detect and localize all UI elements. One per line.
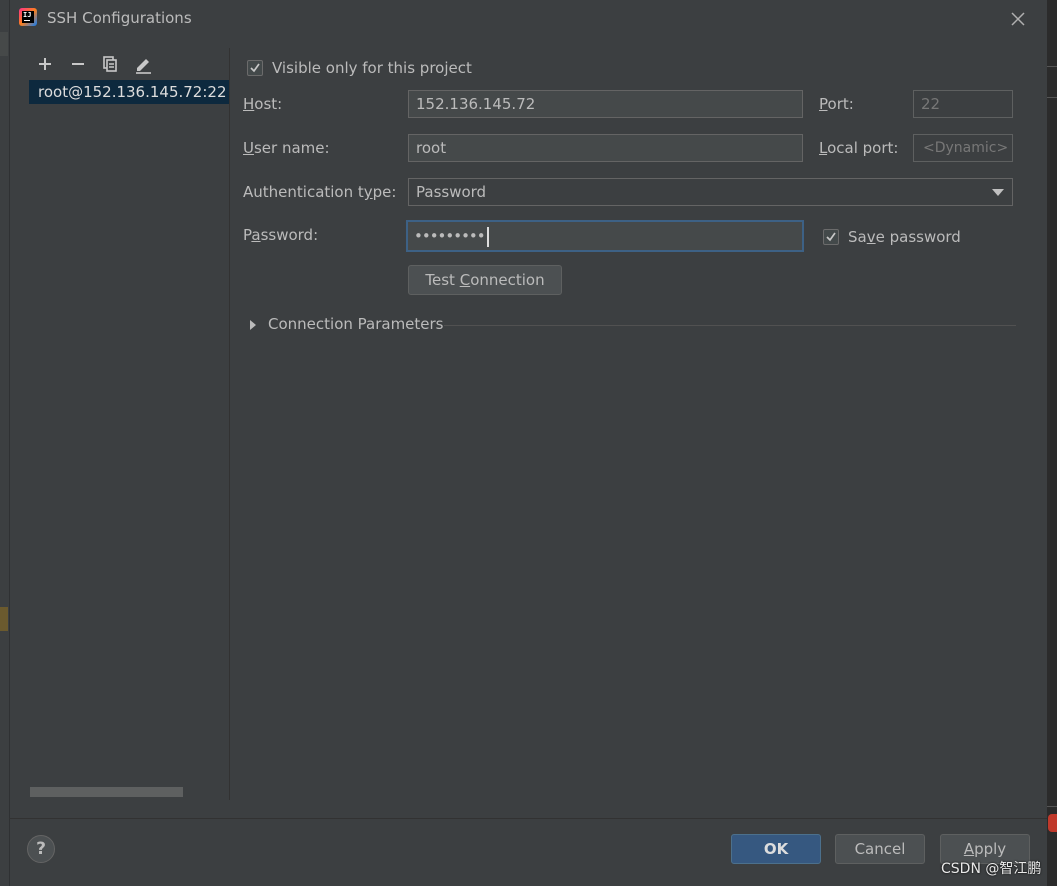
port-label: Port: [819,95,854,113]
password-label: Password: [243,226,318,244]
host-label-text: ost: [254,95,283,113]
test-connection-label-text-end: onnection [470,271,545,289]
horizontal-scrollbar[interactable] [30,787,183,797]
background-window-edge [1047,0,1057,886]
ssh-configurations-dialog: IJ SSH Configurations root@152.136.145.7… [0,0,1057,886]
save-password-checkbox[interactable] [823,229,839,245]
ok-button[interactable]: OK [731,834,821,864]
save-password-label-text: Sa [848,228,867,246]
remove-icon[interactable] [68,54,88,74]
password-label-mnemonic: a [251,226,261,244]
cancel-button[interactable]: Cancel [835,834,925,864]
port-label-text: ort: [827,95,854,113]
user-name-label-mnemonic: U [243,139,254,157]
connection-parameters-label: Connection Parameters [268,315,444,333]
watermark: CSDN @智江鹏 [941,861,1042,877]
port-input[interactable]: 22 [913,90,1013,118]
list-item[interactable]: root@152.136.145.72:22p [29,80,230,104]
auth-type-value: Password [416,183,487,201]
local-port-label-text: ocal port: [827,139,899,157]
connection-parameters-section[interactable]: Connection Parameters [248,315,1016,335]
chevron-down-icon [992,189,1004,196]
auth-type-label-text: Authentication t [243,183,364,201]
background-badge [1048,814,1057,832]
password-input[interactable]: ••••••••• [406,220,804,252]
local-port-label-mnemonic: L [819,139,828,157]
title-bar: IJ SSH Configurations [9,0,1047,36]
configurations-list-panel: root@152.136.145.72:22p [9,48,230,800]
host-label: Host: [243,95,282,113]
apply-label-text: pply [974,840,1007,858]
section-divider [444,325,1016,326]
host-input[interactable]: 152.136.145.72 [408,90,803,118]
help-button[interactable]: ? [27,835,55,863]
edit-icon[interactable] [133,54,153,74]
footer-divider [9,818,1047,819]
background-line [1047,66,1057,67]
visible-only-checkbox[interactable] [247,60,263,76]
text-cursor [486,226,489,247]
background-line [1047,97,1057,98]
expand-arrow-icon [250,320,256,330]
copy-icon[interactable] [100,54,120,74]
user-name-label-text: ser name: [253,139,330,157]
panel-divider [229,48,230,800]
background-mark [0,32,8,56]
auth-type-label-mnemonic: y [363,183,373,201]
port-label-mnemonic: P [819,95,828,113]
background-line [1047,806,1057,807]
test-connection-button[interactable]: Test Connection [408,265,562,295]
host-label-mnemonic: H [243,95,255,113]
intellij-app-icon: IJ [19,8,37,26]
save-password-label: Save password [848,228,961,246]
auth-type-select[interactable]: Password [408,178,1013,206]
visible-only-label: Visible only for this project [272,59,472,77]
background-mark [0,607,8,631]
dialog-title: SSH Configurations [47,9,192,27]
local-port-input[interactable]: <Dynamic> [913,134,1013,162]
password-label-text-end: ssword: [260,226,319,244]
user-name-label: User name: [243,139,330,157]
user-name-input[interactable]: root [408,134,803,162]
save-password-label-text-end: e password [875,228,961,246]
auth-type-label-text-end: pe: [372,183,397,201]
test-connection-label-text: Test [425,271,460,289]
local-port-label: Local port: [819,139,898,157]
close-icon[interactable] [1007,8,1029,30]
test-connection-label-mnemonic: C [459,271,471,289]
save-password-label-mnemonic: v [866,228,876,246]
auth-type-label: Authentication type: [243,183,396,201]
list-item-label: root@152.136.145.72:22 [38,83,227,101]
password-value: ••••••••• [414,227,486,245]
add-icon[interactable] [35,54,55,74]
apply-label-mnemonic: A [963,840,975,858]
